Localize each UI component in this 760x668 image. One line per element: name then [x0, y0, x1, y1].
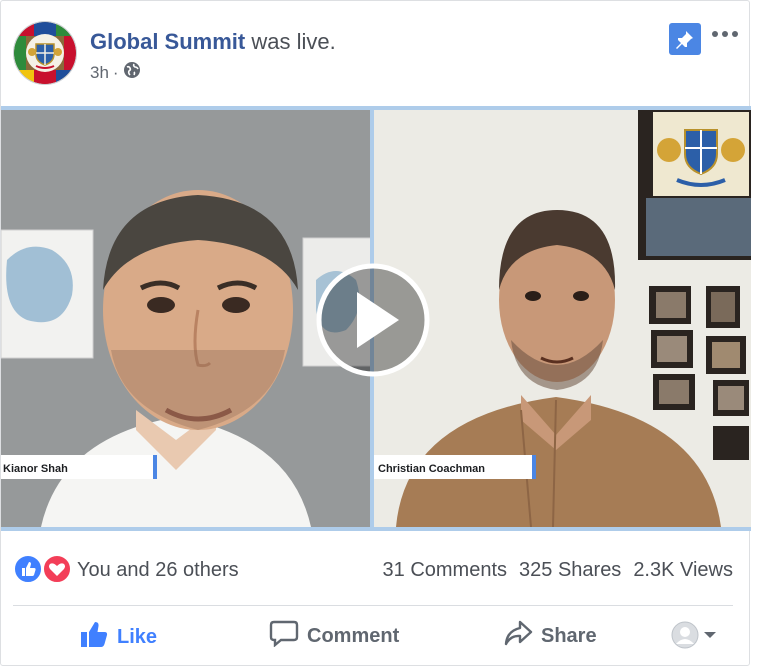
- page-name-link[interactable]: Global Summit: [90, 29, 245, 54]
- live-status-text: was live.: [251, 29, 336, 54]
- like-button[interactable]: Like: [79, 619, 157, 655]
- reactions-summary[interactable]: You and 26 others: [77, 559, 239, 582]
- audience-selector[interactable]: [671, 621, 717, 649]
- like-label: Like: [117, 625, 158, 648]
- shares-count-link[interactable]: 325 Shares: [519, 559, 621, 582]
- globe-icon[interactable]: [123, 61, 141, 84]
- share-label: Share: [541, 624, 597, 647]
- page-avatar[interactable]: [13, 21, 77, 85]
- post-header: Global Summit was live. 3h ·: [1, 1, 751, 107]
- post-actions-bar: Like Comment Share: [1, 607, 751, 665]
- crest-watermark: [653, 112, 749, 196]
- play-icon[interactable]: [316, 263, 430, 377]
- post-meta: 3h ·: [90, 61, 141, 84]
- share-button[interactable]: Share: [503, 619, 597, 653]
- video-frame: Kianor Shah Christian Coachman: [1, 110, 751, 527]
- share-arrow-icon: [503, 619, 533, 653]
- more-options-icon[interactable]: [711, 23, 739, 45]
- comments-count-link[interactable]: 31 Comments: [383, 559, 508, 582]
- reaction-icons[interactable]: [13, 554, 73, 584]
- post-stats: 31 Comments 325 Shares 2.3K Views: [383, 559, 733, 582]
- comment-bubble-icon: [269, 619, 299, 653]
- meta-separator: ·: [112, 62, 119, 82]
- live-video-player[interactable]: Kianor Shah Christian Coachman: [1, 106, 751, 531]
- views-count: 2.3K Views: [633, 559, 733, 581]
- participant-left-name: Kianor Shah: [3, 463, 68, 475]
- chevron-down-icon: [704, 632, 716, 638]
- engagement-bar: You and 26 others 31 Comments 325 Shares…: [1, 543, 751, 597]
- comment-button[interactable]: Comment: [269, 619, 399, 653]
- user-avatar-icon: [671, 621, 699, 649]
- comment-label: Comment: [307, 624, 400, 647]
- thumbs-up-icon: [79, 619, 109, 655]
- participant-right-name: Christian Coachman: [378, 463, 485, 475]
- global-summit-logo: [14, 22, 76, 84]
- post-time[interactable]: 3h: [90, 63, 109, 83]
- post-title: Global Summit was live.: [90, 29, 336, 55]
- actions-divider: [13, 605, 733, 606]
- post-card: Global Summit was live. 3h · Kianor Shah…: [0, 0, 751, 666]
- pin-icon[interactable]: [669, 23, 701, 55]
